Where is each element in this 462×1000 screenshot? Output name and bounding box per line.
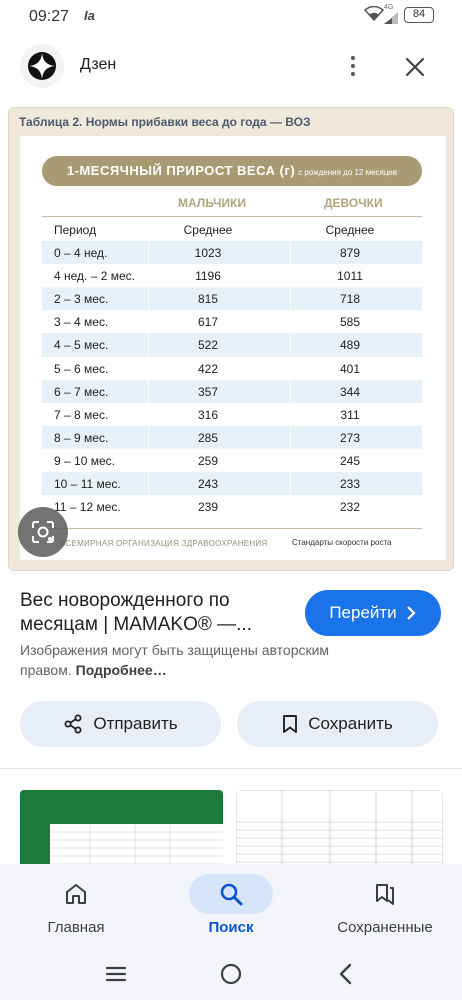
lens-search-icon[interactable]: [18, 507, 68, 557]
copyright-notice: Изображения могут быть защищены авторски…: [20, 642, 330, 678]
app-header: Дзен: [0, 40, 462, 92]
banner-subtext: с рождения до 12 месяцев: [298, 168, 398, 177]
table-row: 4 – 5 мес. 522 489: [42, 333, 422, 357]
wifi-icon: [364, 6, 384, 22]
footer-divider: [42, 528, 422, 529]
share-label: Отправить: [93, 714, 178, 733]
collections-icon: [376, 884, 394, 905]
back-icon[interactable]: [337, 960, 355, 988]
image-title: Таблица 2. Нормы прибавки веса до года —…: [19, 115, 311, 129]
table-row: 4 нед. – 2 мес. 1196 1011: [54, 269, 363, 284]
chevron-right-icon: [406, 606, 416, 620]
column-girls: ДЕВОЧКИ: [324, 196, 383, 210]
network-type: 4G: [384, 4, 394, 11]
table-image: 1-МЕСЯЧНЫЙ ПРИРОСТ ВЕСА (г) с рождения до…: [20, 136, 446, 560]
column-boys: МАЛЬЧИКИ: [178, 196, 246, 210]
table-row: 3 – 4 мес. 617 585: [54, 315, 361, 330]
table-row: 0 – 4 нед. 1023 879: [42, 241, 422, 265]
nav-home[interactable]: Главная: [6, 864, 146, 954]
home-icon: [66, 884, 86, 904]
table-row: 10 – 11 мес. 243 233: [42, 472, 422, 496]
table-banner: 1-МЕСЯЧНЫЙ ПРИРОСТ ВЕСА (г) с рождения до…: [42, 156, 422, 186]
table-row: 9 – 10 мес. 259 245: [54, 453, 361, 468]
table-row: 6 – 7 мес. 357 344: [42, 379, 422, 403]
table-footnote: Стандарты скорости роста: [292, 538, 392, 547]
sim-indicator: Ia: [84, 8, 95, 23]
more-options-icon[interactable]: [340, 52, 366, 80]
signal-icon: [384, 12, 398, 24]
visit-button-label: Перейти: [329, 603, 397, 622]
save-button[interactable]: Сохранить: [237, 701, 438, 747]
nav-home-label: Главная: [47, 919, 105, 936]
nav-search[interactable]: Поиск: [161, 864, 301, 954]
table-source: ВСЕМИРНАЯ ОРГАНИЗАЦИЯ ЗДРАВООХРАНЕНИЯ: [60, 539, 268, 548]
nav-search-label: Поиск: [208, 919, 254, 936]
table-row: 5 – 6 мес. 422 401: [54, 361, 361, 376]
header-divider: [42, 216, 422, 217]
nav-saved-label: Сохраненные: [337, 919, 433, 936]
system-home-icon[interactable]: [219, 960, 243, 988]
save-label: Сохранить: [308, 714, 393, 733]
dzen-logo-icon: [20, 44, 64, 88]
table-row: 11 – 12 мес. 239 232: [54, 500, 361, 515]
close-icon[interactable]: [400, 52, 430, 82]
nav-saved[interactable]: Сохраненные: [315, 864, 455, 954]
app-name: Дзен: [80, 56, 117, 73]
system-navigation-bar: [0, 954, 462, 1000]
search-icon: [220, 883, 243, 906]
image-preview[interactable]: Таблица 2. Нормы прибавки веса до года —…: [8, 107, 454, 571]
status-time: 09:27: [29, 8, 70, 25]
recent-apps-icon[interactable]: [105, 964, 127, 984]
related-image-thumbnail[interactable]: [236, 790, 443, 870]
related-image-thumbnail[interactable]: [20, 790, 223, 870]
battery-indicator: 84: [404, 7, 434, 23]
bottom-navigation: Главная Поиск Сохраненные: [0, 864, 462, 954]
table-row: 2 – 3 мес. 815 718: [42, 287, 422, 311]
more-info-link[interactable]: Подробнее…: [76, 662, 167, 678]
result-title[interactable]: Вес новорожденного по месяцам | MAMAKO® …: [20, 589, 290, 637]
visit-button[interactable]: Перейти: [305, 590, 441, 636]
bookmark-icon: [283, 715, 298, 733]
share-button[interactable]: Отправить: [20, 701, 221, 747]
status-bar: 09:27 Ia 4G 84: [0, 0, 462, 34]
table-row: 7 – 8 мес. 316 311: [54, 407, 360, 422]
section-divider: [0, 768, 462, 769]
table-row: Период Среднее Среднее: [54, 223, 375, 237]
table-row: 8 – 9 мес. 285 273: [42, 425, 422, 449]
banner-text: 1-МЕСЯЧНЫЙ ПРИРОСТ ВЕСА (г): [66, 163, 296, 178]
weight-table: Период Среднее Среднее 0 – 4 нед. 1023 879 4…: [42, 218, 422, 518]
share-icon: [64, 714, 82, 734]
